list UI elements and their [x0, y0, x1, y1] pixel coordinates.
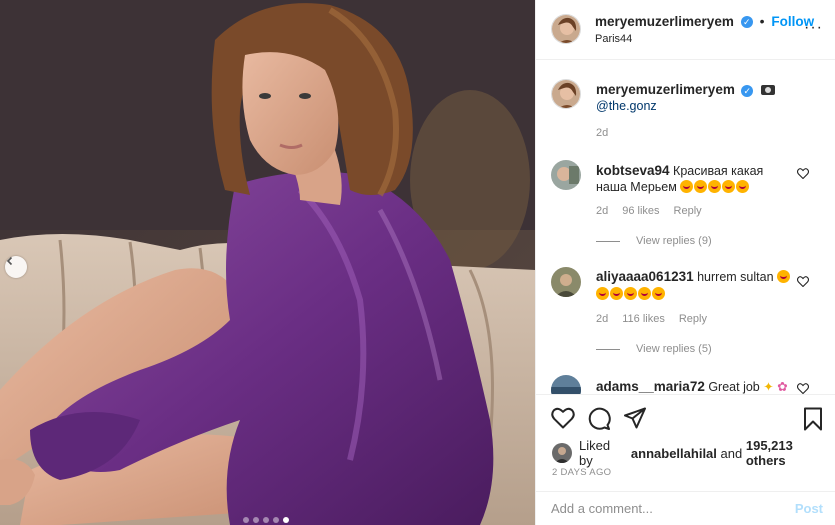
avatar-image	[551, 375, 581, 394]
caption-age: 2d	[596, 127, 609, 139]
liker-avatar[interactable]	[552, 443, 572, 463]
heart-eyes-emoji-icon	[680, 180, 750, 194]
comment-text: Great job	[708, 380, 760, 394]
comment-like-icon[interactable]	[796, 383, 810, 394]
reply-button[interactable]: Reply	[679, 313, 707, 325]
post-side-panel: meryemuzerlimeryem ✓ • Follow Paris44 ··…	[535, 0, 835, 525]
comment-like-icon[interactable]	[796, 168, 810, 182]
author-username[interactable]: meryemuzerlimeryem	[595, 14, 734, 29]
verified-badge-icon: ✓	[740, 16, 753, 29]
photo-illustration	[0, 0, 535, 525]
commenter-avatar[interactable]	[551, 160, 581, 190]
post-comment-button[interactable]: Post	[795, 501, 823, 516]
caption-avatar[interactable]	[551, 79, 581, 109]
caption-username[interactable]: meryemuzerlimeryem	[596, 82, 735, 97]
carousel-prev-button[interactable]	[5, 256, 27, 278]
comment-username[interactable]: aliyaaaa061231	[596, 269, 694, 284]
comment-text: наша Мерьем	[596, 180, 677, 194]
carousel-indicator	[243, 517, 289, 523]
comment-likes[interactable]: 116 likes	[622, 313, 665, 325]
reply-button[interactable]: Reply	[674, 205, 702, 217]
liked-by-user[interactable]: annabellahilal	[631, 446, 717, 461]
view-replies-toggle[interactable]: View replies (5)	[596, 343, 712, 355]
follow-separator: •	[759, 13, 765, 29]
view-replies-label[interactable]: View replies (5)	[636, 343, 712, 355]
replies-line	[596, 348, 620, 350]
carousel-dot	[253, 517, 259, 523]
liked-by-count[interactable]: 195,213 others	[746, 438, 835, 468]
sparkle-emoji-icon: ✦	[763, 380, 774, 394]
comments-list[interactable]: meryemuzerlimeryem ✓ @the.gonz 2d kobtse…	[536, 61, 835, 394]
comment-username[interactable]: kobtseva94	[596, 163, 670, 178]
author-avatar[interactable]	[551, 14, 581, 44]
replies-line	[596, 240, 620, 242]
heart-icon[interactable]	[551, 407, 575, 432]
avatar-image	[552, 443, 572, 463]
add-comment-bar: Post	[536, 491, 835, 525]
comment-text: Красивая какая	[673, 164, 764, 178]
chevron-left-icon	[6, 256, 13, 266]
comment-text: hurrem sultan	[697, 270, 774, 284]
avatar-image	[552, 80, 580, 108]
laughing-emoji-icon	[777, 270, 791, 284]
commenter-avatar[interactable]	[551, 375, 581, 394]
comment-username[interactable]: adams__maria72	[596, 379, 705, 394]
camera-emoji-icon	[760, 85, 775, 95]
post-timestamp[interactable]: 2 DAYS AGO	[552, 467, 611, 478]
likes-summary: Liked by annabellahilal and 195,213 othe…	[552, 438, 835, 468]
comment-meta: 2d 116 likes Reply	[596, 313, 707, 325]
emoji-row-icon	[596, 287, 666, 301]
verified-badge-icon: ✓	[741, 84, 754, 97]
paper-plane-icon[interactable]	[623, 407, 647, 432]
post-photo[interactable]	[0, 0, 535, 525]
carousel-dot-active	[283, 517, 289, 523]
carousel-dot	[263, 517, 269, 523]
comment-likes[interactable]: 96 likes	[622, 205, 659, 217]
carousel-dot	[243, 517, 249, 523]
flower-emoji-icon: ✿	[777, 380, 788, 394]
bookmark-icon[interactable]	[802, 407, 824, 434]
commenter-avatar[interactable]	[551, 267, 581, 297]
post-header: meryemuzerlimeryem ✓ • Follow Paris44 ··…	[536, 0, 835, 60]
comment-age: 2d	[596, 313, 609, 325]
comment-age: 2d	[596, 205, 609, 217]
comment-input[interactable]	[551, 501, 771, 516]
comment-meta: 2d 96 likes Reply	[596, 205, 702, 217]
view-replies-label[interactable]: View replies (9)	[636, 235, 712, 247]
liked-by-prefix: Liked by	[578, 438, 611, 468]
avatar-image	[551, 267, 581, 297]
caption-mention[interactable]: @the.gonz	[596, 98, 657, 114]
comment-like-icon[interactable]	[796, 276, 810, 290]
carousel-dot	[273, 517, 279, 523]
liked-by-and: and	[720, 445, 743, 461]
view-replies-toggle[interactable]: View replies (9)	[596, 235, 712, 247]
more-options-icon[interactable]: ···	[804, 19, 823, 37]
post-location[interactable]: Paris44	[595, 33, 632, 45]
post-actions: Liked by annabellahilal and 195,213 othe…	[536, 394, 835, 524]
avatar-image	[551, 160, 581, 190]
avatar-image	[552, 15, 580, 43]
comment-icon[interactable]	[587, 407, 611, 434]
